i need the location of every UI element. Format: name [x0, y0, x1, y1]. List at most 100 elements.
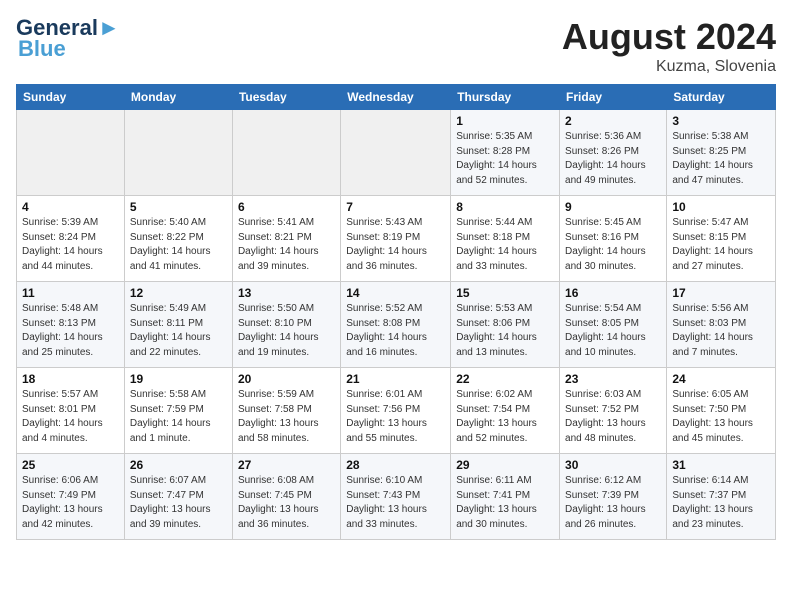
- day-number: 23: [565, 372, 661, 386]
- location: Kuzma, Slovenia: [562, 58, 776, 76]
- calendar-cell: 24 Sunrise: 6:05 AM Sunset: 7:50 PM Dayli…: [667, 368, 776, 454]
- cell-info: Sunrise: 6:11 AM Sunset: 7:41 PM Dayligh…: [456, 474, 554, 532]
- calendar-cell: 16 Sunrise: 5:54 AM Sunset: 8:05 PM Dayli…: [560, 282, 667, 368]
- cell-info: Sunrise: 5:47 AM Sunset: 8:15 PM Dayligh…: [672, 216, 770, 274]
- calendar-cell: 11 Sunrise: 5:48 AM Sunset: 8:13 PM Dayli…: [17, 282, 125, 368]
- title-block: August 2024 Kuzma, Slovenia: [562, 16, 776, 76]
- calendar-cell: 23Sunrise: 6:03 AM Sunset: 7:52 PM Dayli…: [560, 368, 667, 454]
- day-number: 28: [346, 458, 445, 472]
- cell-info: Sunrise: 6:08 AM Sunset: 7:45 PM Dayligh…: [238, 474, 335, 532]
- day-number: 13: [238, 286, 335, 300]
- calendar-cell: [124, 110, 232, 196]
- logo: General► Blue: [16, 16, 120, 62]
- calendar-cell: 10 Sunrise: 5:47 AM Sunset: 8:15 PM Dayli…: [667, 196, 776, 282]
- cell-info: Sunrise: 5:43 AM Sunset: 8:19 PM Dayligh…: [346, 216, 445, 274]
- header-monday: Monday: [124, 85, 232, 110]
- cell-info: Sunrise: 5:59 AM Sunset: 7:58 PM Dayligh…: [238, 388, 335, 446]
- cell-info: Sunrise: 5:53 AM Sunset: 8:06 PM Dayligh…: [456, 302, 554, 360]
- cell-info: Sunrise: 5:41 AM Sunset: 8:21 PM Dayligh…: [238, 216, 335, 274]
- cell-info: Sunrise: 6:02 AM Sunset: 7:54 PM Dayligh…: [456, 388, 554, 446]
- week-row-5: 25Sunrise: 6:06 AM Sunset: 7:49 PM Dayli…: [17, 454, 776, 540]
- day-number: 19: [130, 372, 227, 386]
- day-number: 14: [346, 286, 445, 300]
- day-number: 20: [238, 372, 335, 386]
- calendar-cell: 25Sunrise: 6:06 AM Sunset: 7:49 PM Dayli…: [17, 454, 125, 540]
- day-number: 29: [456, 458, 554, 472]
- cell-info: Sunrise: 5:58 AM Sunset: 7:59 PM Dayligh…: [130, 388, 227, 446]
- cell-info: Sunrise: 6:14 AM Sunset: 7:37 PM Dayligh…: [672, 474, 770, 532]
- calendar-header-row: SundayMondayTuesdayWednesdayThursdayFrid…: [17, 85, 776, 110]
- day-number: 7: [346, 200, 445, 214]
- calendar-body: 1 Sunrise: 5:35 AM Sunset: 8:28 PM Daylig…: [17, 110, 776, 540]
- calendar-cell: 29 Sunrise: 6:11 AM Sunset: 7:41 PM Dayli…: [451, 454, 560, 540]
- calendar-cell: [341, 110, 451, 196]
- month-year: August 2024: [562, 16, 776, 58]
- page-header: General► Blue August 2024 Kuzma, Sloveni…: [16, 16, 776, 76]
- day-number: 30: [565, 458, 661, 472]
- day-number: 8: [456, 200, 554, 214]
- day-number: 17: [672, 286, 770, 300]
- day-number: 21: [346, 372, 445, 386]
- cell-info: Sunrise: 5:50 AM Sunset: 8:10 PM Dayligh…: [238, 302, 335, 360]
- day-number: 26: [130, 458, 227, 472]
- cell-info: Sunrise: 5:52 AM Sunset: 8:08 PM Dayligh…: [346, 302, 445, 360]
- cell-info: Sunrise: 5:48 AM Sunset: 8:13 PM Dayligh…: [22, 302, 119, 360]
- cell-info: Sunrise: 5:44 AM Sunset: 8:18 PM Dayligh…: [456, 216, 554, 274]
- cell-info: Sunrise: 6:07 AM Sunset: 7:47 PM Dayligh…: [130, 474, 227, 532]
- header-thursday: Thursday: [451, 85, 560, 110]
- day-number: 12: [130, 286, 227, 300]
- calendar-cell: 21 Sunrise: 6:01 AM Sunset: 7:56 PM Dayli…: [341, 368, 451, 454]
- day-number: 3: [672, 114, 770, 128]
- day-number: 24: [672, 372, 770, 386]
- calendar-cell: 19 Sunrise: 5:58 AM Sunset: 7:59 PM Dayli…: [124, 368, 232, 454]
- cell-info: Sunrise: 5:40 AM Sunset: 8:22 PM Dayligh…: [130, 216, 227, 274]
- calendar-table: SundayMondayTuesdayWednesdayThursdayFrid…: [16, 84, 776, 540]
- calendar-cell: 22Sunrise: 6:02 AM Sunset: 7:54 PM Dayli…: [451, 368, 560, 454]
- calendar-cell: 7 Sunrise: 5:43 AM Sunset: 8:19 PM Daylig…: [341, 196, 451, 282]
- calendar-cell: 2 Sunrise: 5:36 AM Sunset: 8:26 PM Daylig…: [560, 110, 667, 196]
- cell-info: Sunrise: 5:54 AM Sunset: 8:05 PM Dayligh…: [565, 302, 661, 360]
- calendar-cell: 31Sunrise: 6:14 AM Sunset: 7:37 PM Dayli…: [667, 454, 776, 540]
- calendar-cell: 3 Sunrise: 5:38 AM Sunset: 8:25 PM Daylig…: [667, 110, 776, 196]
- calendar-cell: 5 Sunrise: 5:40 AM Sunset: 8:22 PM Daylig…: [124, 196, 232, 282]
- cell-info: Sunrise: 5:35 AM Sunset: 8:28 PM Dayligh…: [456, 130, 554, 188]
- calendar-cell: 18Sunrise: 5:57 AM Sunset: 8:01 PM Dayli…: [17, 368, 125, 454]
- cell-info: Sunrise: 6:05 AM Sunset: 7:50 PM Dayligh…: [672, 388, 770, 446]
- cell-info: Sunrise: 5:36 AM Sunset: 8:26 PM Dayligh…: [565, 130, 661, 188]
- day-number: 9: [565, 200, 661, 214]
- cell-info: Sunrise: 6:01 AM Sunset: 7:56 PM Dayligh…: [346, 388, 445, 446]
- cell-info: Sunrise: 6:10 AM Sunset: 7:43 PM Dayligh…: [346, 474, 445, 532]
- day-number: 16: [565, 286, 661, 300]
- day-number: 5: [130, 200, 227, 214]
- day-number: 4: [22, 200, 119, 214]
- day-number: 10: [672, 200, 770, 214]
- cell-info: Sunrise: 6:12 AM Sunset: 7:39 PM Dayligh…: [565, 474, 661, 532]
- calendar-cell: 20 Sunrise: 5:59 AM Sunset: 7:58 PM Dayli…: [232, 368, 340, 454]
- week-row-2: 4 Sunrise: 5:39 AM Sunset: 8:24 PM Daylig…: [17, 196, 776, 282]
- calendar-cell: 1 Sunrise: 5:35 AM Sunset: 8:28 PM Daylig…: [451, 110, 560, 196]
- day-number: 11: [22, 286, 119, 300]
- cell-info: Sunrise: 5:56 AM Sunset: 8:03 PM Dayligh…: [672, 302, 770, 360]
- calendar-cell: 15 Sunrise: 5:53 AM Sunset: 8:06 PM Dayli…: [451, 282, 560, 368]
- day-number: 2: [565, 114, 661, 128]
- cell-info: Sunrise: 6:06 AM Sunset: 7:49 PM Dayligh…: [22, 474, 119, 532]
- header-friday: Friday: [560, 85, 667, 110]
- cell-info: Sunrise: 5:49 AM Sunset: 8:11 PM Dayligh…: [130, 302, 227, 360]
- day-number: 15: [456, 286, 554, 300]
- calendar-cell: 30 Sunrise: 6:12 AM Sunset: 7:39 PM Dayli…: [560, 454, 667, 540]
- calendar-cell: 26 Sunrise: 6:07 AM Sunset: 7:47 PM Dayli…: [124, 454, 232, 540]
- header-wednesday: Wednesday: [341, 85, 451, 110]
- cell-info: Sunrise: 5:39 AM Sunset: 8:24 PM Dayligh…: [22, 216, 119, 274]
- calendar-cell: 27Sunrise: 6:08 AM Sunset: 7:45 PM Dayli…: [232, 454, 340, 540]
- calendar-cell: 9Sunrise: 5:45 AM Sunset: 8:16 PM Daylig…: [560, 196, 667, 282]
- header-sunday: Sunday: [17, 85, 125, 110]
- cell-info: Sunrise: 5:38 AM Sunset: 8:25 PM Dayligh…: [672, 130, 770, 188]
- calendar-cell: 12 Sunrise: 5:49 AM Sunset: 8:11 PM Dayli…: [124, 282, 232, 368]
- cell-info: Sunrise: 5:57 AM Sunset: 8:01 PM Dayligh…: [22, 388, 119, 446]
- week-row-3: 11 Sunrise: 5:48 AM Sunset: 8:13 PM Dayli…: [17, 282, 776, 368]
- calendar-cell: 6Sunrise: 5:41 AM Sunset: 8:21 PM Daylig…: [232, 196, 340, 282]
- week-row-4: 18Sunrise: 5:57 AM Sunset: 8:01 PM Dayli…: [17, 368, 776, 454]
- day-number: 1: [456, 114, 554, 128]
- logo-blue: Blue: [18, 36, 66, 62]
- calendar-cell: 17 Sunrise: 5:56 AM Sunset: 8:03 PM Dayli…: [667, 282, 776, 368]
